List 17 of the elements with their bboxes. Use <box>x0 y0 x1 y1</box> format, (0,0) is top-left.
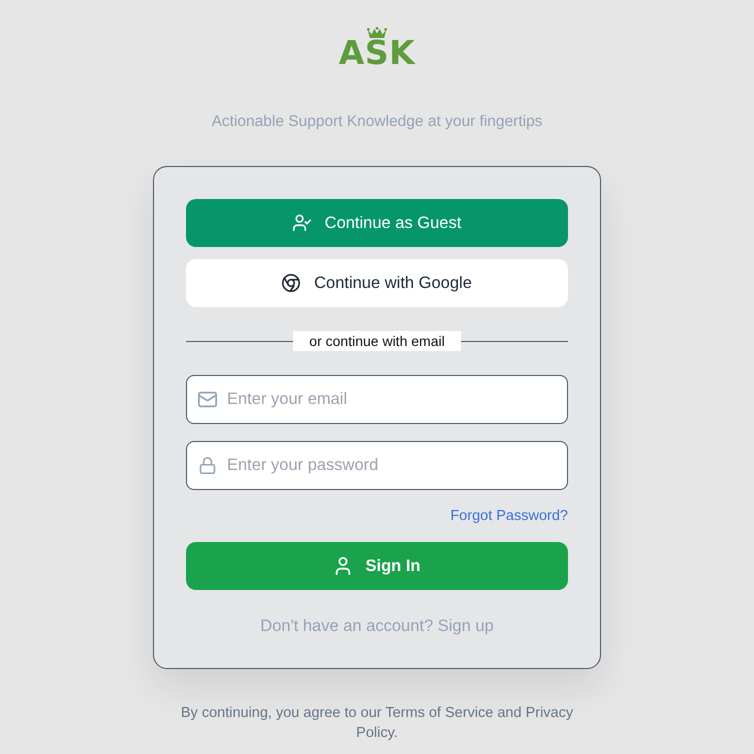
tagline: Actionable Support Knowledge at your fingertips <box>212 112 542 132</box>
signup-prompt[interactable]: Don't have an account? Sign up <box>186 616 568 636</box>
password-field[interactable]: Enter your password <box>186 441 568 490</box>
google-button[interactable]: Continue with Google <box>186 259 568 307</box>
forgot-password-link[interactable]: Forgot Password? <box>450 507 568 525</box>
sign-in-button[interactable]: Sign In <box>186 542 568 590</box>
guest-button[interactable]: Continue as Guest <box>186 199 568 247</box>
lock-icon <box>198 457 217 474</box>
terms-notice: By continuing, you agree to our Terms of Service and Privacy Policy. <box>180 704 574 743</box>
user-icon <box>334 557 352 575</box>
email-field[interactable]: Enter your email <box>186 375 568 424</box>
user-check-icon <box>292 214 311 232</box>
logo-text: ASK <box>338 38 416 68</box>
crown-icon <box>366 27 387 38</box>
divider-label: or continue with email <box>293 331 461 351</box>
mail-icon <box>198 391 217 408</box>
aperture-icon <box>282 274 300 292</box>
